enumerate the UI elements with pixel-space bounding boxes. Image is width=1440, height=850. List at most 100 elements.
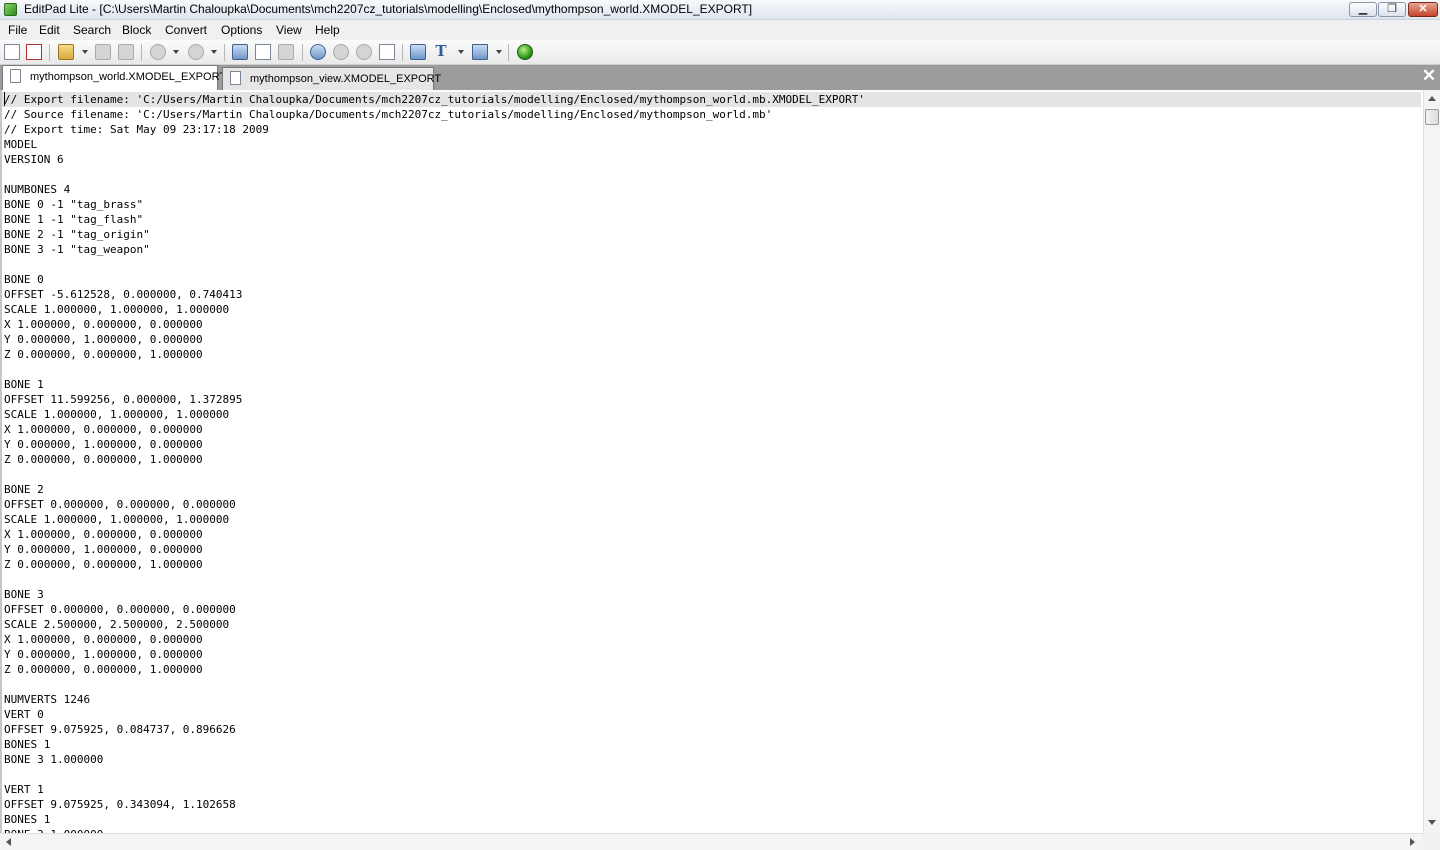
document-icon <box>230 71 241 85</box>
code-line: Y 0.000000, 1.000000, 0.000000 <box>4 438 203 451</box>
code-line: // Source filename: 'C:/Users/Martin Cha… <box>4 108 773 121</box>
scroll-left-icon[interactable] <box>6 838 11 846</box>
undo-dropdown-icon[interactable] <box>173 50 179 54</box>
code-line: X 1.000000, 0.000000, 0.000000 <box>4 318 203 331</box>
code-line: BONE 0 -1 "tag_brass" <box>4 198 144 211</box>
toolbar-separator <box>302 44 303 61</box>
code-line: // Export filename: 'C:/Users/Martin Cha… <box>4 93 865 106</box>
find-next-icon[interactable] <box>333 44 349 60</box>
window-title: EditPad Lite - [C:\Users\Martin Chaloupk… <box>24 2 753 16</box>
editor-left-border <box>0 90 2 833</box>
toolbar-separator <box>49 44 50 61</box>
code-line: BONES 1 <box>4 738 51 751</box>
code-line: Z 0.000000, 0.000000, 1.000000 <box>4 663 203 676</box>
close-file-icon[interactable] <box>26 44 42 60</box>
code-line: SCALE 1.000000, 1.000000, 1.000000 <box>4 303 230 316</box>
code-line: SCALE 1.000000, 1.000000, 1.000000 <box>4 408 230 421</box>
new-file-icon[interactable] <box>4 44 20 60</box>
code-line: BONE 1 <box>4 378 44 391</box>
code-line: Y 0.000000, 1.000000, 0.000000 <box>4 333 203 346</box>
search-icon[interactable] <box>310 44 326 60</box>
open-dropdown-icon[interactable] <box>82 50 88 54</box>
code-line: OFFSET 9.075925, 0.084737, 0.896626 <box>4 723 236 736</box>
menu-file[interactable]: File <box>8 23 27 37</box>
save-all-icon[interactable] <box>118 44 134 60</box>
web-icon[interactable] <box>517 44 533 60</box>
minimize-button[interactable]: ▁ <box>1349 2 1377 17</box>
font-dropdown-icon[interactable] <box>458 50 464 54</box>
text-editor[interactable]: // Export filename: 'C:/Users/Martin Cha… <box>0 90 1423 833</box>
insert-file-icon[interactable] <box>410 44 426 60</box>
editpad-app-icon <box>4 3 17 16</box>
code-line: SCALE 1.000000, 1.000000, 1.000000 <box>4 513 230 526</box>
code-line: // Export time: Sat May 09 23:17:18 2009 <box>4 123 269 136</box>
open-folder-icon[interactable] <box>58 44 74 60</box>
text-caret <box>4 92 5 106</box>
code-line: Z 0.000000, 0.000000, 1.000000 <box>4 348 203 361</box>
find-previous-icon[interactable] <box>356 44 372 60</box>
font-icon[interactable]: T <box>433 44 449 60</box>
code-line: Y 0.000000, 1.000000, 0.000000 <box>4 648 203 661</box>
code-line: BONE 2 -1 "tag_origin" <box>4 228 150 241</box>
code-line: BONE 2 <box>4 483 44 496</box>
code-line: X 1.000000, 0.000000, 0.000000 <box>4 423 203 436</box>
menu-options[interactable]: Options <box>221 23 262 37</box>
code-line: Z 0.000000, 0.000000, 1.000000 <box>4 453 203 466</box>
redo-dropdown-icon[interactable] <box>211 50 217 54</box>
menu-search[interactable]: Search <box>73 23 111 37</box>
menu-bar: File Edit Search Block Convert Options V… <box>0 20 1440 40</box>
code-line: BONE 3 <box>4 588 44 601</box>
menu-edit[interactable]: Edit <box>39 23 60 37</box>
tab-mythompson-view[interactable]: mythompson_view.XMODEL_EXPORT <box>222 67 441 90</box>
block-dropdown-icon[interactable] <box>496 50 502 54</box>
redo-icon[interactable] <box>188 44 204 60</box>
close-tab-icon[interactable]: ✕ <box>1421 67 1437 84</box>
scroll-right-icon[interactable] <box>1410 838 1415 846</box>
code-line: OFFSET 9.075925, 0.343094, 1.102658 <box>4 798 236 811</box>
vertical-scroll-thumb[interactable] <box>1425 109 1439 125</box>
title-bar: EditPad Lite - [C:\Users\Martin Chaloupk… <box>0 0 1440 20</box>
replace-icon[interactable] <box>379 44 395 60</box>
copy-icon[interactable] <box>255 44 271 60</box>
document-icon <box>10 69 21 83</box>
code-line: VERT 1 <box>4 783 44 796</box>
paste-icon[interactable] <box>278 44 294 60</box>
vertical-scrollbar[interactable] <box>1423 90 1440 833</box>
scroll-down-icon[interactable] <box>1428 820 1436 825</box>
toolbar-separator <box>402 44 403 61</box>
scroll-up-icon[interactable] <box>1428 96 1436 101</box>
block-format-icon[interactable] <box>472 44 488 60</box>
code-line: OFFSET -5.612528, 0.000000, 0.740413 <box>4 288 243 301</box>
toolbar: T <box>0 40 1440 65</box>
cut-icon[interactable] <box>232 44 248 60</box>
code-line: BONE 3 -1 "tag_weapon" <box>4 243 150 256</box>
horizontal-scrollbar[interactable] <box>0 833 1423 850</box>
save-icon[interactable] <box>95 44 111 60</box>
menu-convert[interactable]: Convert <box>165 23 207 37</box>
toolbar-separator <box>508 44 509 61</box>
code-line: OFFSET 0.000000, 0.000000, 0.000000 <box>4 603 236 616</box>
tab-label: mythompson_view.XMODEL_EXPORT <box>250 73 442 85</box>
tab-bar: mythompson_world.XMODEL_EXPORT mythompso… <box>0 65 1440 90</box>
menu-view[interactable]: View <box>276 23 302 37</box>
code-line: BONE 3 1.000000 <box>4 753 104 766</box>
menu-block[interactable]: Block <box>122 23 151 37</box>
code-line: BONE 1 -1 "tag_flash" <box>4 213 144 226</box>
maximize-button[interactable]: ❐ <box>1378 2 1406 17</box>
code-line: OFFSET 11.599256, 0.000000, 1.372895 <box>4 393 243 406</box>
menu-help[interactable]: Help <box>315 23 340 37</box>
code-line: NUMBONES 4 <box>4 183 71 196</box>
editor-text: // Export filename: 'C:/Users/Martin Cha… <box>4 92 865 833</box>
tab-mythompson-world[interactable]: mythompson_world.XMODEL_EXPORT <box>2 65 226 90</box>
code-line: SCALE 2.500000, 2.500000, 2.500000 <box>4 618 230 631</box>
tab-label: mythompson_world.XMODEL_EXPORT <box>30 71 227 83</box>
close-window-button[interactable]: ✕ <box>1408 2 1438 17</box>
undo-icon[interactable] <box>150 44 166 60</box>
code-line: MODEL <box>4 138 38 151</box>
